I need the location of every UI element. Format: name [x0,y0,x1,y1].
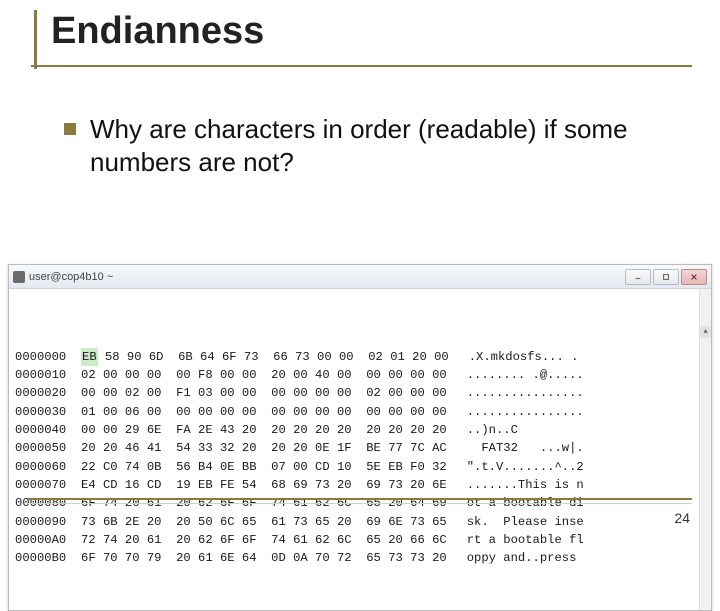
hex-first-byte: 73 [81,513,96,531]
hex-offset: 0000050 [15,439,81,457]
hex-offset: 0000060 [15,458,81,476]
title-rule: Endianness [31,10,692,67]
hex-offset: 0000010 [15,366,81,384]
hex-row: 00000B06F 70 70 79 20 61 6E 64 0D 0A 70 … [15,549,705,567]
hex-first-byte: 00 [81,421,96,439]
hex-ascii: ................ [467,384,584,402]
scrollbar[interactable]: ▴ [699,289,711,610]
scroll-up-icon[interactable]: ▴ [700,326,711,338]
hex-first-byte: E4 [81,476,96,494]
hex-bytes: 58 90 6D 6B 64 6F 73 66 73 00 00 02 01 2… [98,348,449,366]
hex-bytes: 20 46 41 54 33 32 20 20 20 0E 1F BE 77 7… [96,439,447,457]
hex-ascii: FAT32 ...w|. [467,439,584,457]
hex-bytes: 00 06 00 00 00 00 00 00 00 00 00 00 00 0… [96,403,447,421]
slide-body: Why are characters in order (readable) i… [64,113,668,178]
bullet-text: Why are characters in order (readable) i… [90,113,668,178]
hex-offset: 0000090 [15,513,81,531]
footer-rule-light [28,503,692,504]
hex-first-byte: 02 [81,366,96,384]
hex-row: 0000000EB 58 90 6D 6B 64 6F 73 66 73 00 … [15,348,705,366]
minimize-button[interactable] [625,269,651,285]
hex-first-byte: 22 [81,458,96,476]
hex-ascii: sk. Please inse [467,513,584,531]
window-titlebar: user@cop4b10 ~ [9,265,711,289]
hex-dump-area: ▴ 0000000EB 58 90 6D 6B 64 6F 73 66 73 0… [9,289,711,610]
hex-bytes: 70 70 79 20 61 6E 64 0D 0A 70 72 65 73 7… [96,549,447,567]
terminal-window: user@cop4b10 ~ ▴ 0000000EB 58 90 6D 6B 6… [8,264,712,611]
footer-rule [28,498,692,500]
hex-bytes: C0 74 0B 56 B4 0E BB 07 00 CD 10 5E EB F… [96,458,447,476]
maximize-button[interactable] [653,269,679,285]
hex-bytes: 00 00 00 00 F8 00 00 20 00 40 00 00 00 0… [96,366,447,384]
hex-offset: 0000020 [15,384,81,402]
hex-row: 000001002 00 00 00 00 F8 00 00 20 00 40 … [15,366,705,384]
hex-ascii: ................ [467,403,584,421]
hex-first-byte: EB [81,348,98,366]
hex-ascii: .X.mkdosfs... . [469,348,579,366]
hex-offset: 0000040 [15,421,81,439]
hex-first-byte: 01 [81,403,96,421]
hex-row: 000006022 C0 74 0B 56 B4 0E BB 07 00 CD … [15,458,705,476]
page-number: 24 [674,510,690,526]
hex-offset: 0000070 [15,476,81,494]
bullet-item: Why are characters in order (readable) i… [64,113,668,178]
hex-ascii: rt a bootable fl [467,531,584,549]
window-title: user@cop4b10 ~ [29,271,113,283]
hex-row: 00000A072 74 20 61 20 62 6F 6F 74 61 62 … [15,531,705,549]
hex-ascii: ..)n..C [467,421,584,439]
slide-title: Endianness [51,10,692,53]
hex-ascii: ........ .@..... [467,366,584,384]
slide: Endianness Why are characters in order (… [0,0,720,540]
hex-offset: 0000000 [15,348,81,366]
hex-bytes: 74 20 61 20 62 6F 6F 74 61 62 6C 65 20 6… [96,531,447,549]
hex-bytes: CD 16 CD 19 EB FE 54 68 69 73 20 69 73 2… [96,476,447,494]
hex-offset: 00000B0 [15,549,81,567]
hex-row: 000005020 20 46 41 54 33 32 20 20 20 0E … [15,439,705,457]
hex-first-byte: 72 [81,531,96,549]
hex-row: 000004000 00 29 6E FA 2E 43 20 20 20 20 … [15,421,705,439]
hex-bytes: 6B 2E 20 20 50 6C 65 61 73 65 20 69 6E 7… [96,513,447,531]
bullet-square-icon [64,123,76,135]
close-button[interactable] [681,269,707,285]
hex-ascii: .......This is n [467,476,584,494]
window-title-left: user@cop4b10 ~ [13,271,113,283]
hex-ascii: oppy and..press [467,549,584,567]
hex-row: 000003001 00 06 00 00 00 00 00 00 00 00 … [15,403,705,421]
hex-row: 000009073 6B 2E 20 20 50 6C 65 61 73 65 … [15,513,705,531]
app-icon [13,271,25,283]
hex-first-byte: 6F [81,549,96,567]
hex-first-byte: 20 [81,439,96,457]
window-buttons [625,269,707,285]
hex-offset: 0000030 [15,403,81,421]
hex-offset: 00000A0 [15,531,81,549]
hex-bytes: 00 29 6E FA 2E 43 20 20 20 20 20 20 20 2… [96,421,447,439]
hex-row: 000002000 00 02 00 F1 03 00 00 00 00 00 … [15,384,705,402]
title-block: Endianness [34,10,692,69]
hex-first-byte: 00 [81,384,96,402]
hex-row: 0000070E4 CD 16 CD 19 EB FE 54 68 69 73 … [15,476,705,494]
hex-bytes: 00 02 00 F1 03 00 00 00 00 00 00 02 00 0… [96,384,447,402]
hex-ascii: ".t.V.......^..2 [467,458,584,476]
